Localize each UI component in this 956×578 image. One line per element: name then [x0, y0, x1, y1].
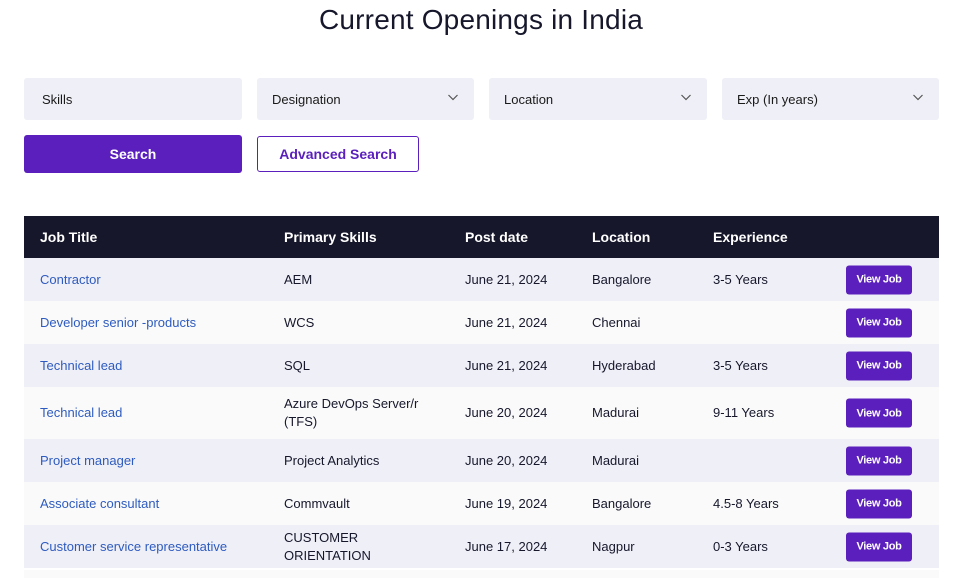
header-experience: Experience — [713, 229, 788, 245]
experience: 0-3 Years — [713, 538, 768, 554]
job-title-link[interactable]: Technical lead — [40, 387, 122, 439]
table-row-partial — [24, 570, 939, 578]
job-title-link[interactable]: Project manager — [40, 439, 135, 482]
job-title-link[interactable]: Customer service representative — [40, 525, 227, 568]
experience: 4.5-8 Years — [713, 495, 779, 511]
skills-input[interactable]: Skills — [24, 78, 242, 120]
location: Bangalore — [592, 495, 652, 511]
primary-skill: SQL — [284, 357, 311, 373]
post-date: June 21, 2024 — [465, 271, 548, 287]
job-title-link[interactable]: Contractor — [40, 258, 101, 301]
designation-label: Designation — [272, 91, 341, 107]
designation-select[interactable]: Designation — [257, 78, 474, 120]
location: Bangalore — [592, 271, 652, 287]
view-job-button[interactable]: View Job — [846, 398, 912, 428]
table-row: Associate consultant Commvault June 19, … — [24, 482, 939, 525]
view-job-button[interactable]: View Job — [846, 308, 912, 337]
header-primary-skills: Primary Skills — [284, 229, 377, 245]
post-date: June 19, 2024 — [465, 495, 548, 511]
advanced-search-button[interactable]: Advanced Search — [257, 136, 419, 172]
experience: 3-5 Years — [713, 271, 768, 287]
location: Chennai — [592, 314, 641, 330]
chevron-down-icon — [913, 94, 923, 101]
table-row: Customer service representative CUSTOMER… — [24, 525, 939, 568]
table-row: Contractor AEM June 21, 2024 Bangalore 3… — [24, 258, 939, 301]
primary-skill: CUSTOMER ORIENTATION — [284, 529, 371, 563]
experience: 3-5 Years — [713, 357, 768, 373]
post-date: June 21, 2024 — [465, 357, 548, 373]
page-title: Current Openings in India — [318, 4, 644, 35]
location-label: Location — [504, 91, 554, 107]
header-location: Location — [592, 229, 651, 245]
table-row: Developer senior -products WCS June 21, … — [24, 301, 939, 344]
job-openings-table: Job Title Primary Skills Post date Locat… — [24, 216, 939, 568]
primary-skill: Commvault — [284, 495, 350, 511]
header-job-title: Job Title — [40, 229, 98, 245]
view-job-button[interactable]: View Job — [846, 489, 912, 518]
primary-skill: Project Analytics — [284, 452, 380, 468]
job-title-link[interactable]: Technical lead — [40, 344, 122, 387]
table-header: Job Title Primary Skills Post date Locat… — [24, 216, 939, 258]
experience-label: Exp (In years) — [737, 91, 818, 107]
chevron-down-icon — [681, 94, 691, 101]
view-job-button[interactable]: View Job — [846, 532, 912, 561]
view-job-button[interactable]: View Job — [846, 265, 912, 294]
location: Hyderabad — [592, 357, 656, 373]
post-date: June 17, 2024 — [465, 538, 548, 554]
search-button[interactable]: Search — [24, 135, 242, 173]
experience-select[interactable]: Exp (In years) — [722, 78, 939, 120]
table-row: Project manager Project Analytics June 2… — [24, 439, 939, 482]
view-job-button[interactable]: View Job — [846, 446, 912, 475]
location: Madurai — [592, 452, 639, 468]
location-select[interactable]: Location — [489, 78, 707, 120]
location: Madurai — [592, 405, 639, 420]
post-date: June 20, 2024 — [465, 405, 548, 420]
header-post-date: Post date — [465, 229, 529, 245]
view-job-button[interactable]: View Job — [846, 351, 912, 380]
primary-skill: Azure DevOps Server/r (TFS) — [284, 396, 419, 429]
experience: 9-11 Years — [713, 405, 775, 420]
chevron-down-icon — [448, 94, 458, 101]
post-date: June 21, 2024 — [465, 314, 548, 330]
post-date: June 20, 2024 — [465, 452, 548, 468]
table-row: Technical lead SQL June 21, 2024 Hyderab… — [24, 344, 939, 387]
primary-skill: AEM — [284, 271, 313, 287]
primary-skill: WCS — [284, 314, 315, 330]
job-title-link[interactable]: Developer senior -products — [40, 301, 196, 344]
skills-placeholder: Skills — [42, 91, 73, 107]
table-row: Technical lead Azure DevOps Server/r (TF… — [24, 387, 939, 439]
location: Nagpur — [592, 538, 635, 554]
job-title-link[interactable]: Associate consultant — [40, 482, 159, 525]
